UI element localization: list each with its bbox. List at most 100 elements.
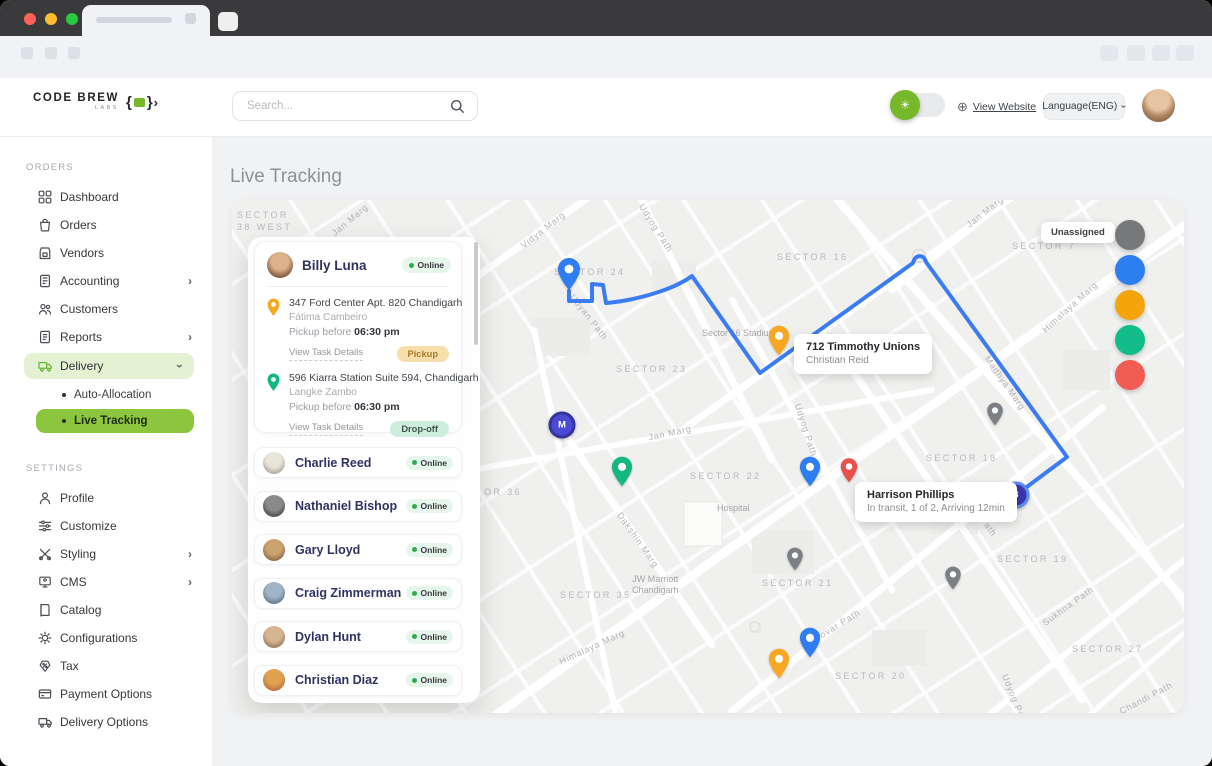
- map-pin-icon[interactable]: [987, 402, 1004, 426]
- sidebar-item-payment-options[interactable]: Payment Options: [0, 680, 212, 708]
- view-website-link[interactable]: ⊕ View Website: [957, 99, 1036, 115]
- app-header: CODE BREW LABS { } › ☀ ⊕ View Website La…: [0, 78, 1212, 137]
- forward-button[interactable]: [45, 47, 57, 59]
- sidebar-item-delivery[interactable]: Delivery ›: [24, 353, 194, 379]
- brand-name: CODE BREW: [33, 92, 119, 104]
- cms-icon: [38, 575, 60, 589]
- status-badge: Online: [401, 257, 451, 273]
- brand-sub: LABS: [94, 105, 119, 111]
- driver-list-item[interactable]: Charlie Reed Online: [254, 447, 462, 478]
- view-task-details-link[interactable]: View Task Details: [289, 422, 364, 436]
- driver-name: Gary Lloyd: [295, 542, 361, 557]
- profile-icon: [38, 491, 60, 505]
- map-pin-icon[interactable]: [945, 566, 962, 590]
- active-driver-card[interactable]: Billy Luna Online 347 Ford Center Apt. 8…: [254, 241, 478, 437]
- online-dot-icon: [408, 262, 414, 268]
- map-pin-icon[interactable]: [799, 456, 821, 487]
- sidebar-item-orders[interactable]: Orders: [0, 211, 212, 239]
- sidebar-item-styling[interactable]: Styling ›: [0, 540, 212, 568]
- calculator-icon: [38, 274, 60, 288]
- sidebar-item-customers[interactable]: Customers: [0, 295, 212, 323]
- online-dot-icon: [411, 634, 417, 639]
- delivery-truck-icon: [38, 360, 60, 373]
- truck-icon: [38, 716, 60, 729]
- sidebar-item-profile[interactable]: Profile: [0, 484, 212, 512]
- credit-card-icon: [38, 687, 60, 701]
- new-tab-button[interactable]: [218, 12, 238, 31]
- chevron-down-icon: ›: [1118, 104, 1130, 109]
- tab-title-placeholder: [96, 17, 172, 23]
- toolbar-action-3[interactable]: [1152, 45, 1170, 61]
- driver-marker[interactable]: M: [548, 411, 576, 439]
- online-dot-icon: [411, 677, 417, 683]
- unassigned-tooltip: Unassigned: [1041, 222, 1120, 243]
- map-pin-icon[interactable]: [768, 325, 790, 356]
- sidebar-item-live-tracking[interactable]: Live Tracking: [36, 409, 194, 433]
- driver-panel: Billy Luna Online 347 Ford Center Apt. 8…: [248, 237, 480, 703]
- task-pickup: 347 Ford Center Apt. 820 Chandigarh Fáti…: [255, 287, 462, 362]
- theme-toggle[interactable]: ☀: [890, 90, 945, 120]
- user-avatar[interactable]: [1142, 89, 1175, 122]
- catalog-book-icon: [38, 603, 60, 617]
- sidebar-item-dashboard[interactable]: Dashboard: [0, 183, 212, 211]
- driver-list-item[interactable]: Christian Diaz Online: [254, 664, 462, 696]
- language-dropdown[interactable]: Language(ENG) ›: [1042, 93, 1130, 120]
- task-contact: Langke Zambo: [289, 387, 357, 398]
- driver-list-item[interactable]: Dylan Hunt Online: [254, 621, 462, 652]
- sidebar-item-customize[interactable]: Customize: [0, 512, 212, 540]
- cluster-badge[interactable]: 5: [1115, 220, 1145, 250]
- toolbar-action-2[interactable]: [1127, 45, 1145, 61]
- sidebar-section-orders: ORDERS: [26, 162, 74, 173]
- report-icon: [38, 330, 60, 344]
- minimize-window-button[interactable]: [45, 13, 57, 25]
- status-badge: Online: [405, 629, 453, 644]
- driver-list-item[interactable]: Gary Lloyd Online: [254, 534, 462, 565]
- panel-scrollbar[interactable]: [474, 242, 478, 345]
- driver-avatar: [263, 582, 285, 604]
- map-pin-icon[interactable]: [840, 458, 858, 484]
- map-pin-icon[interactable]: [611, 456, 633, 487]
- map-pin-icon[interactable]: [799, 627, 821, 658]
- brand-logo-icon: { } ›: [125, 94, 158, 111]
- sidebar-item-accounting[interactable]: Accounting ›: [0, 267, 212, 295]
- map-pin-icon[interactable]: [768, 648, 790, 679]
- task-contact: Fátima Cambeiro: [289, 312, 368, 323]
- task-type-badge: Drop-off: [390, 421, 449, 437]
- sidebar-item-reports[interactable]: Reports ›: [0, 323, 212, 351]
- online-dot-icon: [411, 547, 417, 552]
- sidebar-item-cms[interactable]: CMS ›: [0, 568, 212, 596]
- sidebar-item-delivery-options[interactable]: Delivery Options: [0, 708, 212, 736]
- sidebar-item-configurations[interactable]: Configurations: [0, 624, 212, 652]
- driver-name: Nathaniel Bishop: [295, 499, 398, 513]
- toolbar-action-1[interactable]: [1100, 45, 1118, 61]
- sidebar-item-catalog[interactable]: Catalog: [0, 596, 212, 624]
- map-pin-icon[interactable]: [557, 257, 581, 291]
- close-window-button[interactable]: [24, 13, 36, 25]
- zoom-window-button[interactable]: [66, 13, 78, 25]
- shopping-bag-icon: [38, 218, 60, 232]
- browser-tab[interactable]: [82, 5, 210, 36]
- map-canvas[interactable]: SECTOR 38 WEST SECTOR 24 SECTOR 23 SECTOR 1…: [232, 200, 1184, 713]
- sidebar-item-tax[interactable]: Tax: [0, 652, 212, 680]
- driver-avatar: [263, 669, 285, 691]
- view-task-details-link[interactable]: View Task Details: [289, 347, 364, 361]
- task-type-badge: Pickup: [396, 346, 449, 362]
- reload-button[interactable]: [68, 47, 80, 59]
- cluster-badge[interactable]: 6: [1115, 290, 1145, 320]
- driver-list-item[interactable]: Craig Zimmerman Online: [254, 577, 462, 609]
- search-input[interactable]: [245, 99, 450, 113]
- map-pin-icon[interactable]: [787, 547, 804, 571]
- cluster-badge[interactable]: 10: [1115, 325, 1145, 355]
- sidebar-item-vendors[interactable]: Vendors: [0, 239, 212, 267]
- sidebar-item-auto-allocation[interactable]: Auto-Allocation: [0, 381, 212, 409]
- brand-logo[interactable]: CODE BREW LABS { } ›: [33, 92, 158, 111]
- online-dot-icon: [411, 503, 417, 509]
- back-button[interactable]: [21, 47, 33, 59]
- search-icon[interactable]: [450, 99, 465, 114]
- browser-window: CODE BREW LABS { } › ☀ ⊕ View Website La…: [0, 0, 1212, 766]
- toolbar-action-4[interactable]: [1176, 45, 1194, 61]
- cluster-badge[interactable]: 1: [1115, 360, 1145, 390]
- cluster-badge[interactable]: 3: [1115, 255, 1145, 285]
- status-badge: Online: [405, 542, 453, 557]
- driver-list-item[interactable]: Nathaniel Bishop Online: [254, 490, 462, 522]
